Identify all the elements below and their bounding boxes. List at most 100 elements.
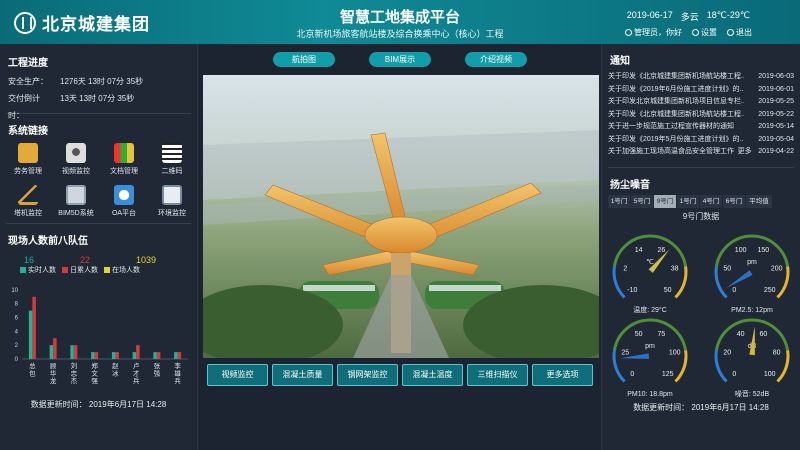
gauge-tick-label: 150 xyxy=(758,247,770,254)
team-bar-chart: 0246810总包顾华龙刘忠杰郑文强赵冰卢才兵张强李雄兵 xyxy=(11,288,188,385)
steel-grid-button[interactable]: 钢网架监控 xyxy=(337,364,398,386)
gauge-tick-label: 250 xyxy=(764,287,776,294)
gauge-tick-label: 100 xyxy=(764,371,776,378)
media-buttons: 航拍图 BIM展示 介绍视频 xyxy=(199,52,601,67)
tab-gate[interactable]: 1号门 xyxy=(608,194,630,208)
notice-list: 关于印发《北京城建集团新机场航站楼工程... 2019-06-03 关于印发《20… xyxy=(602,71,800,159)
list-item[interactable]: 关于印发《北京城建集团新机场航站楼工程... 2019-05-22 xyxy=(608,109,794,122)
chart-legend: 实时人数 日累人数 在场人数 xyxy=(0,265,197,275)
gauge-tick-label: -10 xyxy=(627,287,637,294)
progress-row-countdown: 交付倒计时： 13天 13时 07分 35秒 xyxy=(8,94,135,120)
gauge-tick-label: 0 xyxy=(732,287,736,294)
left-panel: 工程进度 安全生产： 1276天 13时 07分 35秒 交付倒计时： 13天 … xyxy=(0,44,198,450)
weather: 多云 xyxy=(680,12,699,22)
bar xyxy=(174,352,178,359)
gauge-label: PM2.5: 12pm xyxy=(731,307,773,314)
tab-gate[interactable]: 4号门 xyxy=(700,194,722,208)
concrete-temp-button[interactable]: 混凝土温度 xyxy=(402,364,463,386)
right-panel: 通知 关于印发《北京城建集团新机场航站楼工程... 2019-06-03 关于印发… xyxy=(601,44,800,450)
center-panel: 航拍图 BIM展示 介绍视频 视频监控 混凝土质量 钢网架监控 混凝土温度 三维… xyxy=(199,44,601,450)
aerial-button[interactable]: 航拍图 xyxy=(273,52,335,67)
gate-tabs: 1号门 5号门 9号门 1号门 4号门 6号门 平均值 xyxy=(602,194,800,208)
bar xyxy=(156,352,161,359)
x-tick-label: 忠 xyxy=(71,370,78,378)
tab-gate-average[interactable]: 平均值 xyxy=(746,194,772,208)
x-tick-label: 总 xyxy=(29,361,36,370)
gauge-tick-label: 100 xyxy=(669,349,681,356)
list-item[interactable]: 关于加强施工现场高温食品安全管理工作的... 更多 2019-04-22 xyxy=(608,146,794,159)
bar xyxy=(136,345,140,359)
gauge-unit: pm xyxy=(747,259,757,266)
count-day: 22 xyxy=(80,255,91,265)
bim-button[interactable]: BIM展示 xyxy=(369,52,431,67)
y-tick-label: 6 xyxy=(15,316,19,322)
link-oa[interactable]: OA平台 xyxy=(100,183,148,221)
concrete-quality-button[interactable]: 混凝土质量 xyxy=(272,364,333,386)
x-tick-label: 才 xyxy=(133,369,140,378)
x-tick-label: 兵 xyxy=(174,376,181,385)
gauge-tick-label: 0 xyxy=(630,371,634,378)
progress-row-safety: 安全生产： 1276天 13时 07分 35秒 xyxy=(8,77,144,86)
gauge-unit: ℃ xyxy=(646,259,654,266)
x-tick-label: 强 xyxy=(154,370,161,378)
gauge-label: 噪音: 52dB xyxy=(735,389,770,398)
qr-code-icon xyxy=(162,143,182,163)
system-links: 劳务管理 视频监控 文档管理 二维码 塔机监控 BIM5D系统 OA平台 环境监… xyxy=(0,141,197,221)
hard-hat-icon xyxy=(18,143,38,163)
right-updated-time: 数据更新时间： 2019年6月17日 14:28 xyxy=(633,402,769,412)
team-counts: 16 22 1039 xyxy=(0,255,197,265)
link-crane[interactable]: 塔机监控 xyxy=(4,183,52,221)
list-item[interactable]: 关于印发北京城建集团新机场项目信息专栏... 2019-05-25 xyxy=(608,96,794,109)
more-link[interactable]: 更多 xyxy=(738,146,752,159)
gauge-tick-label: 38 xyxy=(671,265,679,272)
bar xyxy=(94,352,99,359)
video-monitor-button[interactable]: 视频监控 xyxy=(207,364,268,386)
x-tick-label: 赵 xyxy=(112,361,119,370)
link-labor[interactable]: 劳务管理 xyxy=(4,141,52,179)
bar xyxy=(111,352,116,359)
list-item[interactable]: 关于印发《北京城建集团新机场航站楼工程... 2019-06-03 xyxy=(608,71,794,84)
binders-icon xyxy=(114,143,134,163)
count-real: 16 xyxy=(24,255,35,265)
oa-icon xyxy=(114,185,134,205)
link-environment[interactable]: 环境监控 xyxy=(148,183,196,221)
gauge-unit: pm xyxy=(645,343,655,350)
list-item[interactable]: 关于印发《2019年6月份施工进度计划》的... 2019-06-01 xyxy=(608,84,794,97)
x-tick-label: 顾 xyxy=(50,362,57,370)
x-tick-label: 张 xyxy=(154,361,161,370)
list-item[interactable]: 关于进一步规范施工过程宣传器材的通知 2019-05-14 xyxy=(608,121,794,134)
gauge-label: 温度: 29°C xyxy=(633,305,667,314)
gate-data-title: 9号门数据 xyxy=(682,211,720,221)
x-tick-label: 龙 xyxy=(50,376,57,385)
temperature: 18℃-29℃ xyxy=(706,10,750,20)
progress-title: 工程进度 xyxy=(8,58,48,69)
more-options-button[interactable]: 更多选项 xyxy=(532,364,593,386)
dashboard: 北京城建集团 智慧工地集成平台 北京新机场旅客航站楼及综合换乘中心（核心）工程 … xyxy=(0,0,800,450)
link-qrcode[interactable]: 二维码 xyxy=(148,141,196,179)
link-video[interactable]: 视频监控 xyxy=(52,141,100,179)
link-docs[interactable]: 文档管理 xyxy=(100,141,148,179)
bar xyxy=(132,352,137,359)
tab-gate-active[interactable]: 9号门 xyxy=(654,194,676,208)
date-weather: 2019-06-17 多云 18℃-29℃ xyxy=(627,10,750,23)
tab-gate[interactable]: 6号门 xyxy=(723,194,745,208)
intro-video-button[interactable]: 介绍视频 xyxy=(465,52,527,67)
settings-link[interactable]: 设置 xyxy=(692,27,717,38)
tab-gate[interactable]: 1号门 xyxy=(677,194,699,208)
gauge-tick-label: 75 xyxy=(657,331,665,338)
gauge-grid: -10214 263850℃温度: 29°C050100 150200250pmPM… xyxy=(612,234,790,398)
link-bim5d[interactable]: BIM5D系统 xyxy=(52,183,100,221)
gauge-tick-label: 50 xyxy=(635,331,643,338)
tab-gate[interactable]: 5号门 xyxy=(631,194,653,208)
gauge-tick-label: 0 xyxy=(732,371,736,378)
x-tick-label: 冰 xyxy=(112,369,119,378)
y-tick-label: 4 xyxy=(15,329,19,335)
bar xyxy=(91,352,95,359)
notice-title: 通知 xyxy=(610,56,630,67)
3d-scanner-button[interactable]: 三维扫描仪 xyxy=(467,364,528,386)
legend-onsite: 在场人数 xyxy=(104,265,140,275)
list-item[interactable]: 关于印发《2019年5月份施工进度计划》的... 2019-05-04 xyxy=(608,134,794,147)
y-tick-label: 10 xyxy=(11,288,18,294)
greeting[interactable]: 管理员，你好 xyxy=(625,27,682,38)
logout-link[interactable]: 退出 xyxy=(727,27,752,38)
